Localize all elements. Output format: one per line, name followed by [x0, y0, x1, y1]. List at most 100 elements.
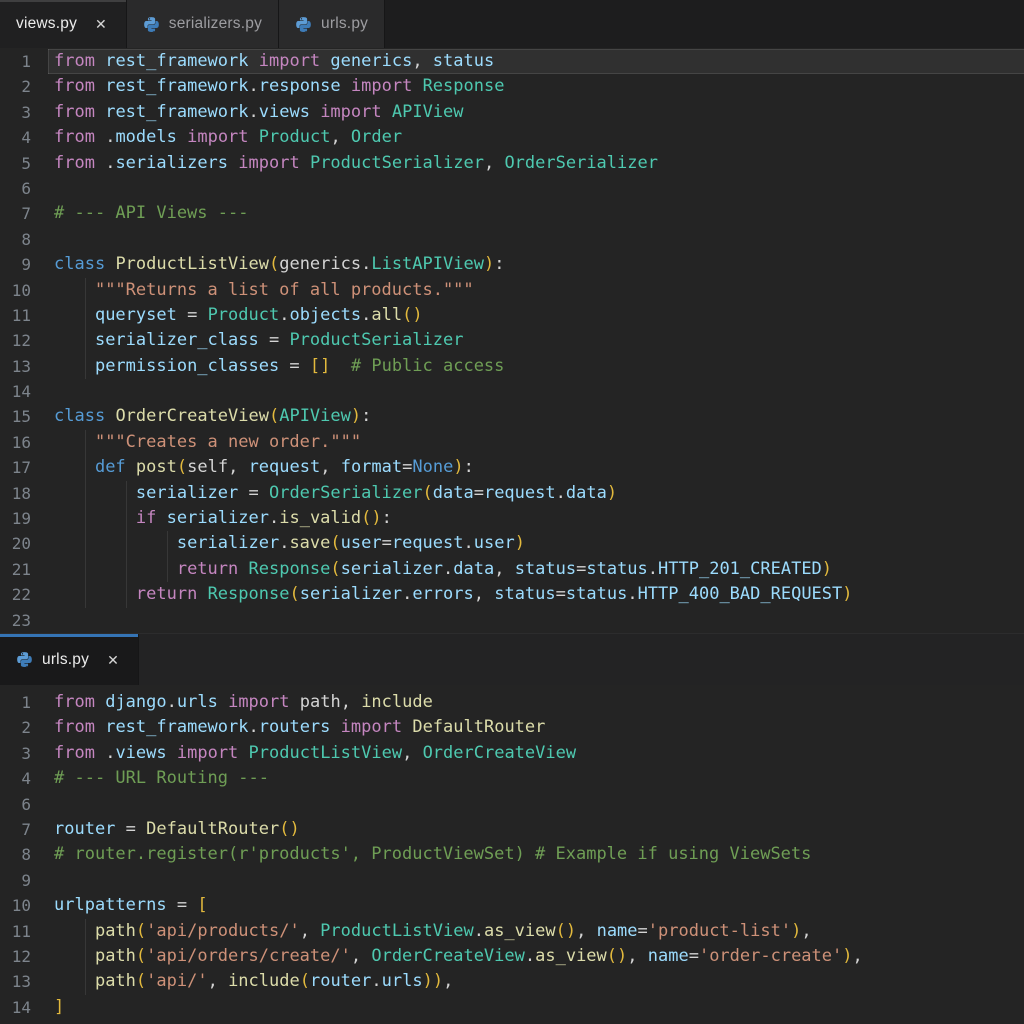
code-line: 12 serializer_class = ProductSerializer — [0, 328, 1024, 353]
code-area-views-py[interactable]: 1from rest_framework import generics, st… — [0, 48, 1024, 633]
code-line-content: if serializer.is_valid(): — [48, 506, 1024, 531]
indent-guide — [85, 969, 86, 994]
line-number: 4 — [0, 125, 48, 150]
code-line: 8# router.register(r'products', ProductV… — [0, 842, 1024, 867]
code-line: 7# --- API Views --- — [0, 201, 1024, 226]
line-number: 3 — [0, 741, 48, 766]
code-line-content: def post(self, request, format=None): — [48, 455, 1024, 480]
code-line: 11 queryset = Product.objects.all() — [0, 303, 1024, 328]
indent-guide — [85, 557, 86, 582]
line-number: 10 — [0, 893, 48, 918]
line-number: 6 — [0, 176, 48, 201]
code-line-content: path('api/products/', ProductListView.as… — [48, 919, 1024, 944]
code-line-content — [48, 176, 1024, 201]
indent-guide — [126, 506, 127, 531]
code-line-content: from rest_framework import generics, sta… — [48, 49, 1024, 74]
indent-guide — [126, 582, 127, 607]
close-icon[interactable]: ✕ — [104, 651, 122, 669]
tab-serializers-py[interactable]: serializers.py — [127, 0, 279, 48]
line-number: 3 — [0, 100, 48, 125]
line-number: 2 — [0, 715, 48, 740]
code-line-content: class ProductListView(generics.ListAPIVi… — [48, 252, 1024, 277]
code-line: 13 permission_classes = [] # Public acce… — [0, 354, 1024, 379]
indent-guide — [85, 328, 86, 353]
code-line: 7router = DefaultRouter() — [0, 817, 1024, 842]
tab-label: serializers.py — [169, 15, 262, 33]
code-line: 12 path('api/orders/create/', OrderCreat… — [0, 944, 1024, 969]
indent-guide — [126, 481, 127, 506]
indent-guide — [85, 506, 86, 531]
code-line: 6 — [0, 176, 1024, 201]
code-line: 21 return Response(serializer.data, stat… — [0, 557, 1024, 582]
code-line: 4from .models import Product, Order — [0, 125, 1024, 150]
tab-bar-empty-space — [385, 0, 1024, 48]
code-line-content: class OrderCreateView(APIView): — [48, 404, 1024, 429]
code-line: 4# --- URL Routing --- — [0, 766, 1024, 791]
tab-bar-bottom: urls.py✕ — [0, 633, 1024, 685]
code-line-content: permission_classes = [] # Public access — [48, 354, 1024, 379]
line-number: 11 — [0, 919, 48, 944]
line-number: 14 — [0, 995, 48, 1020]
tab-urls-py[interactable]: urls.py — [279, 0, 385, 48]
python-icon — [295, 16, 312, 33]
editor-group-top: views.py✕ serializers.py urls.py 1from res… — [0, 0, 1024, 633]
code-line-content — [48, 792, 1024, 817]
line-number: 21 — [0, 557, 48, 582]
indent-guide — [126, 531, 127, 556]
code-line: 8 — [0, 227, 1024, 252]
indent-guide — [85, 354, 86, 379]
line-number: 11 — [0, 303, 48, 328]
line-number: 14 — [0, 379, 48, 404]
line-number: 2 — [0, 74, 48, 99]
tab-urls-py[interactable]: urls.py✕ — [0, 634, 139, 685]
code-line-content: from .models import Product, Order — [48, 125, 1024, 150]
line-number: 13 — [0, 969, 48, 994]
code-line: 2from rest_framework.routers import Defa… — [0, 715, 1024, 740]
code-line-content: # --- URL Routing --- — [48, 766, 1024, 791]
indent-guide — [85, 430, 86, 455]
code-line: 3from rest_framework.views import APIVie… — [0, 100, 1024, 125]
code-line: 13 path('api/', include(router.urls)), — [0, 969, 1024, 994]
code-line-content — [48, 868, 1024, 893]
code-line-content: from rest_framework.views import APIView — [48, 100, 1024, 125]
code-line: 9class ProductListView(generics.ListAPIV… — [0, 252, 1024, 277]
code-line: 10urlpatterns = [ — [0, 893, 1024, 918]
line-number: 18 — [0, 481, 48, 506]
code-line: 2from rest_framework.response import Res… — [0, 74, 1024, 99]
line-number: 16 — [0, 430, 48, 455]
line-number: 17 — [0, 455, 48, 480]
python-icon — [16, 651, 33, 668]
line-number: 4 — [0, 766, 48, 791]
code-line: 5from .serializers import ProductSeriali… — [0, 151, 1024, 176]
indent-guide — [85, 278, 86, 303]
line-number: 19 — [0, 506, 48, 531]
line-number: 7 — [0, 817, 48, 842]
tab-views-py[interactable]: views.py✕ — [0, 0, 127, 48]
line-number: 12 — [0, 328, 48, 353]
indent-guide — [167, 531, 168, 556]
code-line-content — [48, 608, 1024, 633]
code-line-content: """Creates a new order.""" — [48, 430, 1024, 455]
code-line-content: from rest_framework.response import Resp… — [48, 74, 1024, 99]
indent-guide — [85, 919, 86, 944]
code-line: 1from django.urls import path, include — [0, 690, 1024, 715]
code-line-content: from .views import ProductListView, Orde… — [48, 741, 1024, 766]
line-number: 13 — [0, 354, 48, 379]
close-icon[interactable]: ✕ — [92, 15, 110, 33]
indent-guide — [167, 557, 168, 582]
code-line: 9 — [0, 868, 1024, 893]
code-line-content: ] — [48, 995, 1024, 1020]
line-number: 20 — [0, 531, 48, 556]
code-line: 1from rest_framework import generics, st… — [0, 49, 1024, 74]
tab-label: urls.py — [321, 15, 368, 33]
code-line: 23 — [0, 608, 1024, 633]
code-line-content: router = DefaultRouter() — [48, 817, 1024, 842]
indent-guide — [85, 531, 86, 556]
code-line: 18 serializer = OrderSerializer(data=req… — [0, 481, 1024, 506]
line-number: 7 — [0, 201, 48, 226]
code-line-content: """Returns a list of all products.""" — [48, 278, 1024, 303]
code-line-content: serializer.save(user=request.user) — [48, 531, 1024, 556]
editor-group-bottom: urls.py✕ 1from django.urls import path, … — [0, 633, 1024, 1024]
code-area-urls-py[interactable]: 1from django.urls import path, include2f… — [0, 685, 1024, 1024]
code-line-content: from django.urls import path, include — [48, 690, 1024, 715]
